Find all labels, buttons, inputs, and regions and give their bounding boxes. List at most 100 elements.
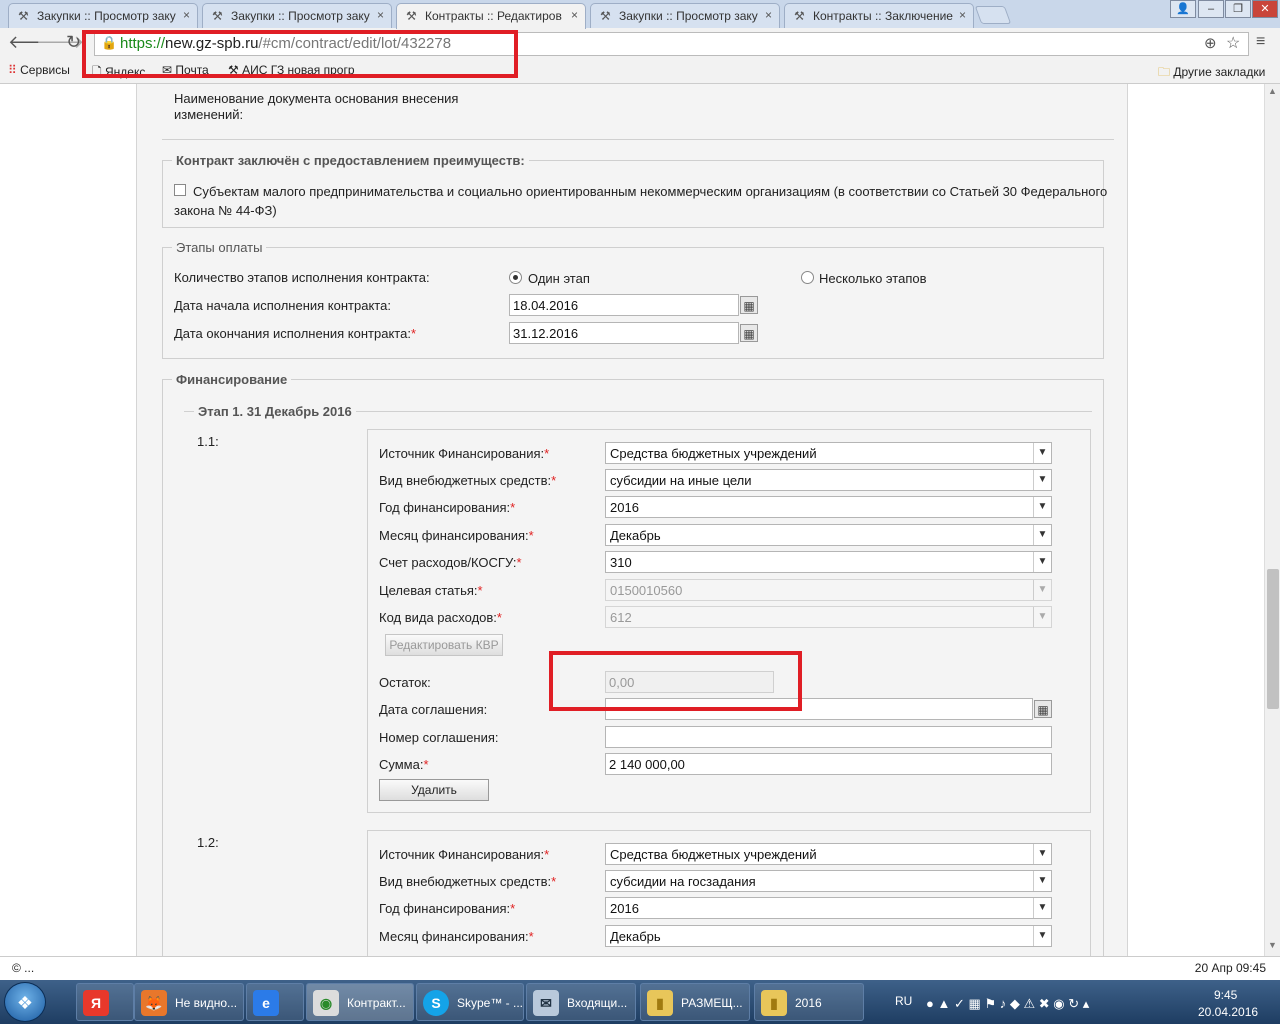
minimize-button[interactable]: – xyxy=(1198,0,1224,18)
warning-tray-icon[interactable]: ⚠ xyxy=(1023,996,1035,1011)
smb-checkbox[interactable] xyxy=(174,184,186,196)
skype-tray-icon[interactable]: ● xyxy=(926,996,934,1011)
clock-time[interactable]: 9:45 xyxy=(1214,988,1237,1002)
tools-icon: ⚒ xyxy=(212,9,223,23)
zoom-icon[interactable]: ⊕ xyxy=(1204,34,1217,52)
sum-label-text: Сумма: xyxy=(379,757,424,772)
annotation-box-remainder xyxy=(549,651,802,711)
sum-input[interactable]: 2 140 000,00 xyxy=(605,753,1052,775)
scroll-down-icon[interactable]: ▼ xyxy=(1268,940,1277,950)
source-select[interactable]: Средства бюджетных учреждений ▼ xyxy=(605,442,1052,464)
financing-legend: Финансирование xyxy=(172,372,292,387)
end-date-label: Дата окончания исполнения контракта:* xyxy=(174,326,416,341)
tab-purchases-1[interactable]: ⚒ Закупки :: Просмотр заку × xyxy=(8,3,198,28)
year-label-text: Год финансирования: xyxy=(379,500,511,515)
flag-tray-icon[interactable]: ⚑ xyxy=(984,996,996,1011)
account-select[interactable]: 310 ▼ xyxy=(605,551,1052,573)
tab-strip: ⚒ Закупки :: Просмотр заку × ⚒ Закупки :: П… xyxy=(0,0,1280,29)
taskbar-firefox[interactable]: 🦊 Не видно... xyxy=(134,983,244,1021)
close-icon[interactable]: × xyxy=(183,8,190,22)
close-window-button[interactable]: ✕ xyxy=(1252,0,1278,18)
agreement-number-input[interactable] xyxy=(605,726,1052,748)
tab-contracts-conclusion[interactable]: ⚒ Контракты :: Заключение × xyxy=(784,3,974,28)
check-tray-icon[interactable]: ✓ xyxy=(954,996,965,1011)
kvr-select[interactable]: 612 ▼ xyxy=(605,606,1052,628)
page-scrollbar[interactable]: ▲ ▼ xyxy=(1264,84,1280,956)
taskbar-folder-razmesh[interactable]: ▮ РАЗМЕЩ... xyxy=(640,983,750,1021)
required-mark: * xyxy=(551,874,557,889)
star-icon[interactable]: ☆ xyxy=(1226,33,1240,53)
required-mark: * xyxy=(423,757,429,772)
year-label: Год финансирования:* xyxy=(379,901,515,916)
close-icon[interactable]: × xyxy=(377,8,384,22)
status-tray-icon[interactable]: ◉ xyxy=(1053,996,1064,1011)
menu-icon[interactable]: ≡ xyxy=(1256,33,1265,51)
close-icon[interactable]: × xyxy=(571,8,578,22)
taskbar-skype[interactable]: S Skype™ - ... xyxy=(416,983,524,1021)
delete-button[interactable]: Удалить xyxy=(379,779,489,801)
task-label: Skype™ - ... xyxy=(457,996,524,1010)
target-select[interactable]: 0150010560 ▼ xyxy=(605,579,1052,601)
user-icon[interactable]: 👤 xyxy=(1170,0,1196,18)
volume-tray-icon[interactable]: ♪ xyxy=(1000,996,1007,1011)
calendar-icon[interactable]: ▦ xyxy=(740,324,758,342)
taskbar-yandex[interactable]: Я xyxy=(76,983,134,1021)
update-tray-icon[interactable]: ◆ xyxy=(1010,996,1020,1011)
reload-icon[interactable]: ↻ xyxy=(66,32,81,53)
radio-several-stages[interactable] xyxy=(801,271,814,284)
source-select[interactable]: Средства бюджетных учреждений ▼ xyxy=(605,843,1052,865)
scrollbar-thumb[interactable] xyxy=(1267,569,1279,709)
year-select[interactable]: 2016 ▼ xyxy=(605,897,1052,919)
bookmark-other[interactable]: 🗀 Другие закладки xyxy=(1158,63,1265,84)
skype-icon: S xyxy=(423,990,449,1016)
new-tab-button[interactable] xyxy=(974,6,1012,24)
end-date-input[interactable]: 31.12.2016 xyxy=(509,322,739,344)
start-date-input[interactable]: 18.04.2016 xyxy=(509,294,739,316)
tray-icons[interactable]: ● ▲ ✓ ▦ ⚑ ♪ ◆ ⚠ ✖ ◉ ↻ ▴ xyxy=(926,996,1089,1012)
year-value: 2016 xyxy=(610,901,639,916)
edit-kvr-button[interactable]: Редактировать КВР xyxy=(385,634,503,656)
tab-purchases-2[interactable]: ⚒ Закупки :: Просмотр заку × xyxy=(202,3,392,28)
bookmark-apps[interactable]: ⠿ Сервисы xyxy=(8,63,70,77)
month-value: Декабрь xyxy=(610,929,661,944)
clock-date[interactable]: 20.04.2016 xyxy=(1198,1005,1258,1019)
chevron-down-icon: ▼ xyxy=(1033,580,1051,600)
taskbar-ie[interactable]: e xyxy=(246,983,304,1021)
restore-button[interactable]: ❐ xyxy=(1225,0,1251,18)
calendar-icon[interactable]: ▦ xyxy=(740,296,758,314)
source-value: Средства бюджетных учреждений xyxy=(610,847,817,862)
month-select[interactable]: Декабрь ▼ xyxy=(605,925,1052,947)
start-button[interactable]: ❖ xyxy=(4,982,46,1022)
year-label-text: Год финансирования: xyxy=(379,901,511,916)
extrabudget-select[interactable]: субсидии на госзадания ▼ xyxy=(605,870,1052,892)
taskbar-folder-2016[interactable]: ▮ 2016 xyxy=(754,983,864,1021)
extrabudget-select[interactable]: субсидии на иные цели ▼ xyxy=(605,469,1052,491)
scroll-up-icon[interactable]: ▲ xyxy=(1268,86,1277,96)
taskbar-chrome[interactable]: ◉ Контракт... xyxy=(306,983,414,1021)
source-label-text: Источник Финансирования: xyxy=(379,847,545,862)
doc-basis-label: Наименование документа основания внесени… xyxy=(174,91,459,106)
tab-purchases-3[interactable]: ⚒ Закупки :: Просмотр заку × xyxy=(590,3,780,28)
language-indicator[interactable]: RU xyxy=(895,994,912,1008)
month-select[interactable]: Декабрь ▼ xyxy=(605,524,1052,546)
calendar-icon[interactable]: ▦ xyxy=(1034,700,1052,718)
close-icon[interactable]: × xyxy=(959,8,966,22)
start-date-label: Дата начала исполнения контракта: xyxy=(174,298,391,313)
chevron-down-icon: ▼ xyxy=(1033,497,1051,517)
ie-icon: e xyxy=(253,990,279,1016)
sync-tray-icon[interactable]: ↻ xyxy=(1068,996,1079,1011)
tools-tray-icon[interactable]: ✖ xyxy=(1039,996,1050,1011)
extrabudget-label-text: Вид внебюджетных средств: xyxy=(379,473,552,488)
acrobat-tray-icon[interactable]: ▲ xyxy=(937,996,950,1011)
network-tray-icon[interactable]: ▦ xyxy=(969,996,981,1011)
expand-tray-icon[interactable]: ▴ xyxy=(1083,996,1090,1011)
payment-stages-legend: Этапы оплаты xyxy=(172,240,267,255)
taskbar-inbox[interactable]: ✉ Входящи... xyxy=(526,983,636,1021)
year-select[interactable]: 2016 ▼ xyxy=(605,496,1052,518)
source-label-text: Источник Финансирования: xyxy=(379,446,545,461)
radio-one-stage[interactable] xyxy=(509,271,522,284)
required-mark: * xyxy=(477,583,483,598)
close-icon[interactable]: × xyxy=(765,8,772,22)
task-label: Входящи... xyxy=(567,996,628,1010)
tab-contracts-edit[interactable]: ⚒ Контракты :: Редактиров × xyxy=(396,3,586,29)
